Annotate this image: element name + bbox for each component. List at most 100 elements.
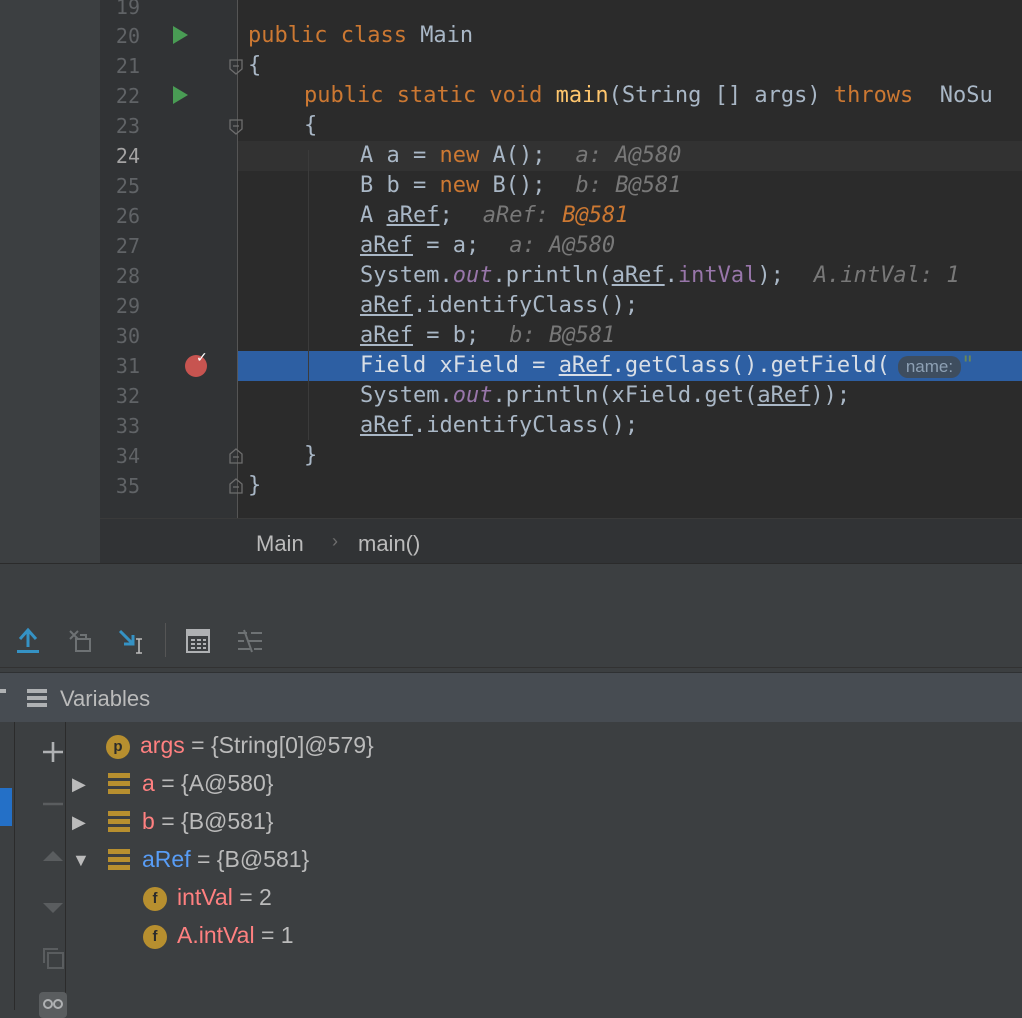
- line-number: 28: [115, 264, 140, 288]
- token: A: [360, 203, 387, 228]
- token: .println(xField.get(: [492, 383, 758, 408]
- token: {: [248, 53, 262, 78]
- run-to-cursor-icon[interactable]: [118, 627, 146, 655]
- breadcrumb-separator: ›: [332, 531, 338, 551]
- debug-toolbar: [0, 613, 1022, 668]
- collapse-arrow-icon[interactable]: ▼: [72, 850, 90, 871]
- variable-row-a[interactable]: a = {A@580}: [108, 765, 273, 801]
- token: A();: [479, 143, 546, 168]
- expand-arrow-icon[interactable]: ▶: [72, 812, 86, 833]
- move-up-icon[interactable]: [39, 842, 67, 870]
- code-line[interactable]: B b = new B(); b: B@581: [360, 171, 681, 201]
- token: B b =: [360, 173, 440, 198]
- variables-tree[interactable]: p args = {String[0]@579} ▶ a = {A@580} ▶ …: [0, 722, 1022, 1018]
- token: ;: [439, 203, 453, 228]
- variable-name: a: [142, 770, 155, 796]
- token: aRef: [360, 233, 413, 258]
- code-line[interactable]: }: [304, 441, 317, 471]
- code-line[interactable]: aRef.identifyClass();: [360, 411, 638, 441]
- code-line[interactable]: aRef.identifyClass();: [360, 291, 638, 321]
- field-row-a-intval[interactable]: f A.intVal = 1: [143, 917, 294, 953]
- step-out-icon[interactable]: [14, 627, 42, 655]
- token: intVal: [677, 263, 758, 288]
- code-line[interactable]: aRef = b; b: B@581: [360, 321, 615, 351]
- token: aRef: [386, 203, 440, 228]
- line-number: 19: [115, 0, 140, 19]
- field-row-intval[interactable]: f intVal = 2: [143, 879, 272, 915]
- inline-value-hint: a: A@580: [509, 233, 616, 258]
- breakpoint-check-icon: ✓: [196, 349, 208, 365]
- token: ": [961, 353, 975, 378]
- field-icon: f: [143, 886, 167, 911]
- object-variable-icon: [108, 810, 130, 832]
- token: aRef: [611, 263, 665, 288]
- variable-row-aref[interactable]: aRef = {B@581}: [108, 841, 309, 877]
- duplicate-watch-icon[interactable]: [39, 944, 67, 972]
- remove-watch-icon[interactable]: [39, 790, 67, 818]
- token: out: [452, 383, 493, 408]
- line-number: 35: [115, 474, 140, 498]
- code-line[interactable]: aRef = a; a: A@580: [360, 231, 615, 261]
- object-variable-icon: [108, 848, 130, 870]
- fold-icon[interactable]: [229, 59, 243, 75]
- gutter-divider: [237, 0, 238, 518]
- fold-icon[interactable]: [229, 119, 243, 135]
- variable-row-b[interactable]: b = {B@581}: [108, 803, 273, 839]
- evaluate-expression-icon[interactable]: [184, 627, 212, 655]
- drop-frame-icon[interactable]: [66, 627, 94, 655]
- parameter-name-hint: name:: [897, 356, 962, 378]
- variable-value: = {A@580}: [161, 770, 274, 796]
- code-line-execution-point[interactable]: Field xField = aRef.getClass().getField(…: [360, 351, 974, 381]
- expand-arrow-icon[interactable]: ▶: [72, 774, 86, 795]
- run-method-icon[interactable]: [173, 86, 188, 104]
- code-line[interactable]: A aRef; aRef: B@581: [360, 201, 628, 231]
- inline-value-hint: aRef:: [482, 203, 563, 228]
- line-number: 27: [115, 234, 140, 258]
- token: Main: [420, 23, 474, 48]
- show-watches-icon[interactable]: [39, 990, 67, 1018]
- line-number: 33: [115, 414, 140, 438]
- token: }: [248, 473, 262, 498]
- line-number: 31: [115, 354, 140, 378]
- line-number: 22: [115, 84, 140, 108]
- breadcrumb-method[interactable]: main(): [358, 531, 420, 557]
- code-line[interactable]: A a = new A(); a: A@580: [360, 141, 681, 171]
- code-line[interactable]: {: [248, 51, 261, 81]
- code-line[interactable]: }: [248, 471, 261, 501]
- line-number: 24: [115, 144, 140, 168]
- code-line[interactable]: public class Main: [248, 21, 473, 51]
- code-line[interactable]: public static void main(String [] args) …: [304, 81, 993, 111]
- inline-value-hint: b: B@581: [509, 323, 616, 348]
- indent-guide: [308, 150, 309, 440]
- token: .: [664, 263, 678, 288]
- fold-end-icon[interactable]: [229, 478, 243, 494]
- token: System.: [360, 263, 453, 288]
- code-line[interactable]: {: [304, 111, 317, 141]
- code-line[interactable]: System.out.println(xField.get(aRef));: [360, 381, 850, 411]
- line-number: 34: [115, 444, 140, 468]
- token: .identifyClass();: [412, 413, 639, 438]
- move-down-icon[interactable]: [39, 894, 67, 922]
- token: ));: [810, 383, 851, 408]
- run-class-icon[interactable]: [173, 26, 188, 44]
- toolbar-separator: [165, 623, 166, 657]
- project-panel-edge: [0, 0, 100, 563]
- inline-value-hint: b: B@581: [575, 173, 682, 198]
- token: new: [439, 173, 480, 198]
- trace-current-stream-icon[interactable]: [236, 627, 264, 655]
- line-number: 29: [115, 294, 140, 318]
- code-line[interactable]: System.out.println(aRef.intVal); A.intVal…: [360, 261, 960, 291]
- inline-value-hint: A.intVal: 1: [813, 263, 960, 288]
- token: A a =: [360, 143, 440, 168]
- code-editor[interactable]: 19 20 21 22 23 24 25 26 27 28 29 30 31 3…: [0, 0, 1022, 563]
- fold-end-icon[interactable]: [229, 448, 243, 464]
- variable-value: = 2: [239, 884, 272, 910]
- token: aRef: [360, 323, 413, 348]
- breadcrumb-class[interactable]: Main: [256, 531, 304, 557]
- new-watch-icon[interactable]: [39, 738, 67, 766]
- variable-row-args[interactable]: p args = {String[0]@579}: [106, 727, 374, 763]
- token: aRef: [558, 353, 612, 378]
- token: {: [304, 113, 318, 138]
- variable-name: intVal: [177, 884, 233, 910]
- line-number: 23: [115, 114, 140, 138]
